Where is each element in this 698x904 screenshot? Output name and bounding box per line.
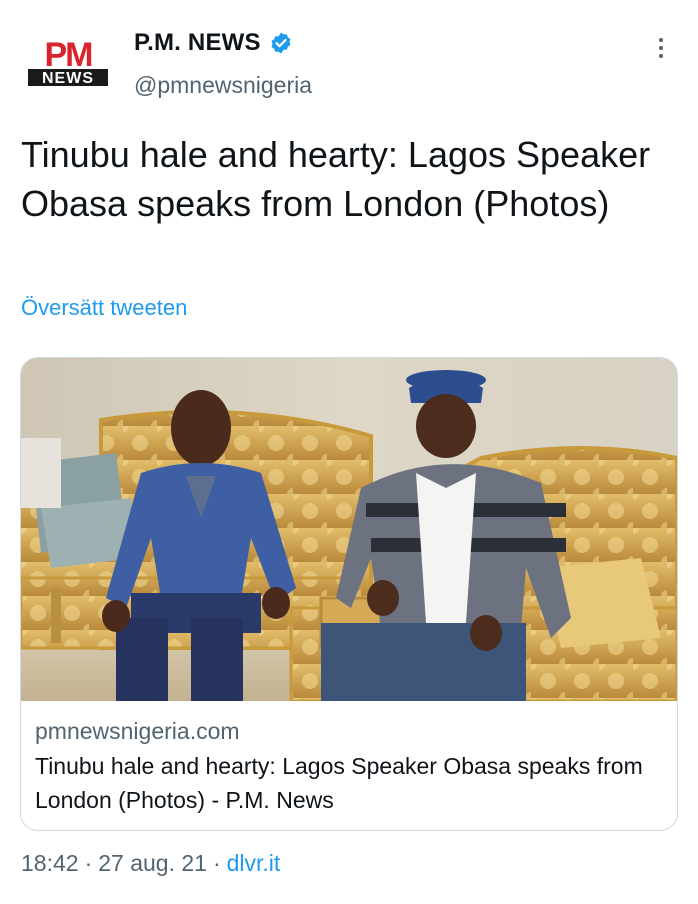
card-photo[interactable]: [21, 358, 677, 701]
logo-pm-text: PM: [45, 36, 93, 74]
tweet-date[interactable]: 27 aug. 21: [98, 850, 207, 877]
card-domain: pmnewsnigeria.com: [35, 718, 240, 744]
meta-separator: ·: [84, 850, 93, 876]
author-name[interactable]: P.M. NEWS: [134, 29, 261, 57]
tweet-text: Tinubu hale and hearty: Lagos Speaker Ob…: [21, 134, 651, 224]
logo-news-text: NEWS: [42, 70, 94, 87]
tweet-meta: 18:42 · 27 aug. 21 · dlvr.it: [21, 850, 280, 877]
tweet-time[interactable]: 18:42: [21, 850, 79, 877]
link-card[interactable]: pmnewsnigeria.com Tinubu hale and hearty…: [20, 357, 678, 831]
verified-badge-icon: [271, 32, 291, 54]
tweet-source-link[interactable]: dlvr.it: [227, 850, 281, 877]
tweet-header: PM NEWS P.M. NEWS @pmnewsnigeria: [26, 26, 676, 106]
card-title[interactable]: Tinubu hale and hearty: Lagos Speaker Ob…: [35, 749, 655, 817]
pm-news-logo[interactable]: PM NEWS: [26, 36, 110, 88]
more-options-icon[interactable]: [652, 34, 670, 62]
author-name-row[interactable]: P.M. NEWS: [134, 29, 293, 57]
meta-separator: ·: [212, 850, 221, 876]
author-handle[interactable]: @pmnewsnigeria: [134, 72, 312, 99]
translate-tweet-link[interactable]: Översätt tweeten: [21, 295, 187, 321]
